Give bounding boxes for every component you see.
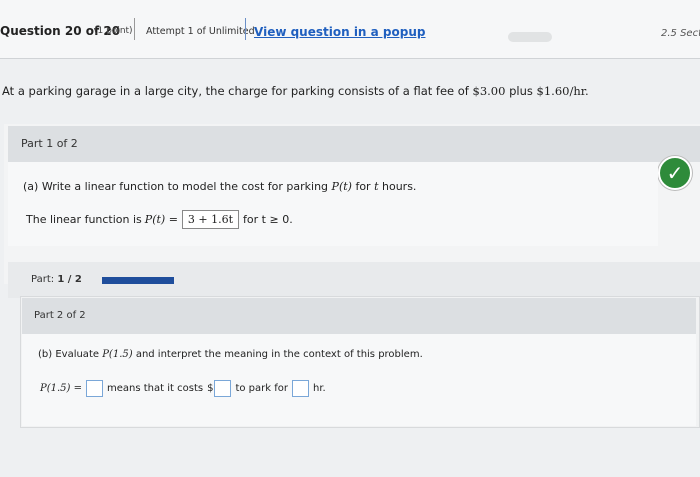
p-value-input[interactable] <box>86 380 103 397</box>
part2-label: Part 2 of 2 <box>34 310 86 321</box>
correct-check-icon: ✓ <box>658 156 692 190</box>
part2-answer-row: P(1.5) = means that it costs $ to park f… <box>40 380 326 397</box>
hourly-rate: $1.60/hr. <box>536 84 589 98</box>
question-points: (1 point) <box>94 26 133 36</box>
part1-answer-row: The linear function is P(t) = 3 + 1.6t f… <box>26 210 293 229</box>
part1-question: (a) Write a linear function to model the… <box>23 180 417 193</box>
progress-fill <box>102 277 174 284</box>
header-separator <box>0 58 700 59</box>
part1-label: Part 1 of 2 <box>21 137 78 150</box>
part2-question: (b) Evaluate P(1.5) and interpret the me… <box>38 349 423 360</box>
hours-input[interactable] <box>291 380 309 397</box>
cost-input[interactable] <box>214 380 232 397</box>
view-in-popup-link[interactable]: View question in a popup <box>254 25 426 39</box>
attempt-counter: Attempt 1 of Unlimited <box>146 26 255 37</box>
header-divider-link <box>245 18 246 40</box>
part1-header <box>8 126 700 162</box>
part2-header <box>22 298 696 334</box>
flat-fee: $3.00 <box>472 84 506 98</box>
header-divider <box>134 18 135 40</box>
section-label: 2.5 Secti <box>661 28 700 39</box>
linear-function-answer[interactable]: 3 + 1.6t <box>181 210 240 229</box>
part-progress-label: Part: 1 / 2 <box>31 274 82 285</box>
problem-statement: At a parking garage in a large city, the… <box>2 84 589 98</box>
part1-body <box>8 162 658 246</box>
header-decoration <box>508 32 552 42</box>
